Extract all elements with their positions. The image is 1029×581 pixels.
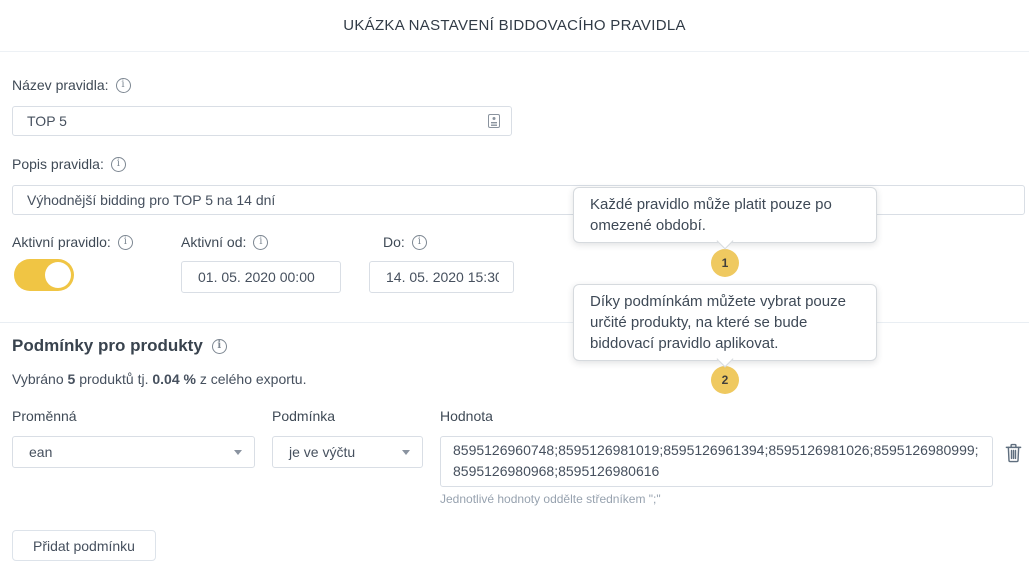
info-icon[interactable] [253, 235, 268, 250]
info-icon[interactable] [118, 235, 133, 250]
info-icon[interactable] [111, 157, 126, 172]
rule-name-input[interactable] [12, 106, 512, 136]
condition-select[interactable]: je ve výčtu [272, 436, 423, 468]
rule-description-label-row: Popis pravidla: [12, 156, 126, 172]
step-number: 1 [722, 256, 729, 270]
info-icon[interactable] [212, 339, 227, 354]
rule-name-field-wrap [12, 106, 512, 136]
active-rule-toggle[interactable] [14, 259, 74, 291]
chevron-down-icon [234, 450, 242, 455]
active-from-label-row: Aktivní od: [181, 234, 268, 250]
step-badge-2: 2 [711, 366, 739, 394]
tooltip-step-1-text: Každé pravidlo může platit pouze po omez… [590, 196, 832, 234]
tooltip-step-2: Díky podmínkám můžete vybrat pouze určit… [573, 284, 877, 361]
selection-summary: Vybráno 5 produktů tj. 0.04 % z celého e… [12, 371, 306, 387]
column-label-value: Hodnota [440, 408, 493, 424]
summary-prefix: Vybráno [12, 371, 68, 387]
conditions-heading-row: Podmínky pro produkty [12, 336, 227, 356]
step-badge-1: 1 [711, 249, 739, 277]
condition-select-value: je ve výčtu [289, 444, 355, 460]
summary-middle: produktů tj. [75, 371, 152, 387]
tooltip-step-2-text: Díky podmínkám můžete vybrat pouze určit… [590, 293, 846, 352]
summary-suffix: z celého exportu. [196, 371, 307, 387]
toggle-knob [45, 262, 71, 288]
page-header: UKÁZKA NASTAVENÍ BIDDOVACÍHO PRAVIDLA [0, 0, 1029, 52]
conditions-heading: Podmínky pro produkty [12, 336, 203, 356]
active-to-field-wrap [369, 261, 514, 293]
variable-select-value: ean [29, 444, 52, 460]
active-rule-label-row: Aktivní pravidlo: [12, 234, 133, 250]
column-label-condition: Podmínka [272, 408, 335, 424]
rule-description-label: Popis pravidla: [12, 156, 104, 172]
active-from-label: Aktivní od: [181, 234, 246, 250]
value-field-wrap: 8595126960748;8595126981019;859512696139… [440, 436, 993, 487]
active-from-input[interactable] [181, 261, 341, 293]
rule-name-label: Název pravidla: [12, 77, 109, 93]
active-to-label-row: Do: [383, 234, 427, 250]
info-icon[interactable] [116, 78, 131, 93]
step-number: 2 [722, 373, 729, 387]
page-title: UKÁZKA NASTAVENÍ BIDDOVACÍHO PRAVIDLA [343, 17, 686, 34]
value-hint: Jednotlivé hodnoty oddělte středníkem ";… [440, 492, 661, 506]
column-label-variable: Proměnná [12, 408, 77, 424]
trash-icon [1004, 451, 1023, 466]
summary-percent: 0.04 % [152, 371, 196, 387]
delete-condition-button[interactable] [1004, 442, 1023, 463]
active-to-label: Do: [383, 234, 405, 250]
value-textarea[interactable]: 8595126960748;8595126981019;859512696139… [440, 436, 993, 487]
active-from-field-wrap [181, 261, 341, 293]
add-condition-button[interactable]: Přidat podmínku [12, 530, 156, 561]
info-icon[interactable] [412, 235, 427, 250]
autofill-icon [488, 113, 500, 134]
variable-select[interactable]: ean [12, 436, 255, 468]
active-rule-label: Aktivní pravidlo: [12, 234, 111, 250]
chevron-down-icon [402, 450, 410, 455]
rule-name-label-row: Název pravidla: [12, 77, 131, 93]
active-to-input[interactable] [369, 261, 514, 293]
